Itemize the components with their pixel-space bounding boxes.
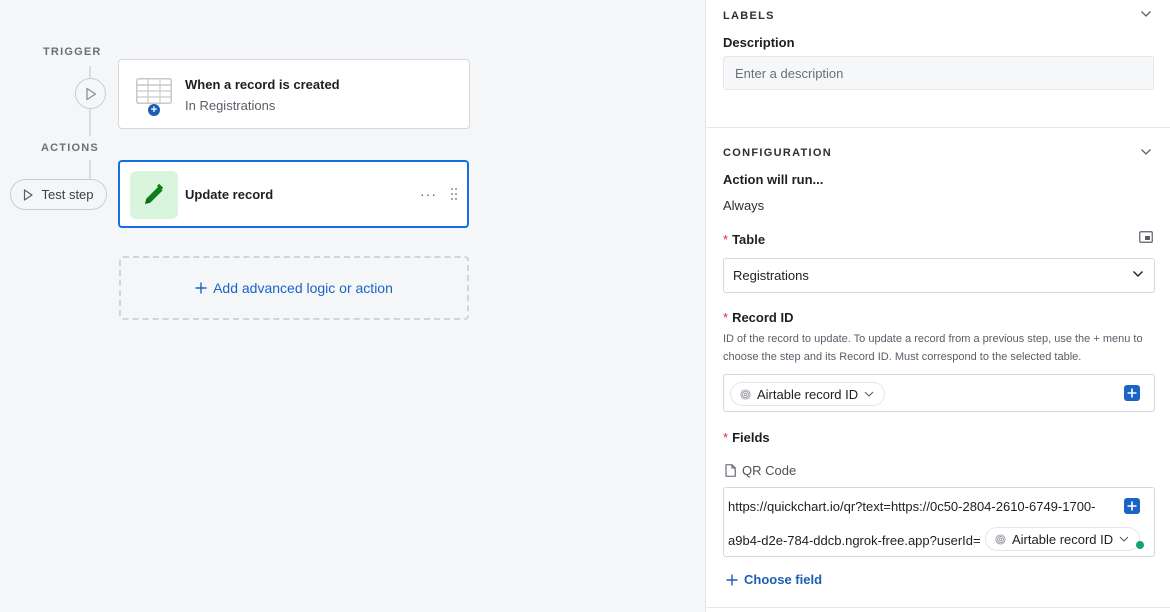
insert-token-button[interactable] bbox=[1124, 498, 1140, 514]
test-step-label: Test step bbox=[41, 187, 94, 202]
insert-token-button[interactable] bbox=[1124, 385, 1140, 401]
open-table-icon[interactable] bbox=[1139, 231, 1153, 243]
rail-middle bbox=[89, 109, 91, 136]
record-id-token[interactable]: Airtable record ID bbox=[985, 527, 1141, 551]
rail-top bbox=[89, 66, 91, 78]
add-step-label: Add advanced logic or action bbox=[213, 280, 393, 296]
table-select[interactable]: Registrations bbox=[723, 258, 1155, 293]
chevron-down-icon bbox=[864, 391, 874, 397]
play-icon bbox=[85, 87, 96, 100]
workflow-canvas: TRIGGER ACTIONS Test step + When a recor… bbox=[0, 0, 706, 612]
plus-icon bbox=[195, 282, 207, 294]
required-marker: * bbox=[723, 310, 729, 325]
chevron-down-icon[interactable] bbox=[1140, 148, 1152, 156]
configuration-section-heading: CONFIGURATION bbox=[723, 147, 832, 159]
rail-bottom bbox=[89, 160, 91, 179]
qr-code-value-line1: https://quickchart.io/qr?text=https://0c… bbox=[728, 499, 1096, 514]
field-qr-code: QR Code bbox=[725, 463, 796, 478]
fields-label-text: Fields bbox=[732, 430, 770, 445]
record-id-token-label: Airtable record ID bbox=[757, 386, 859, 402]
trigger-card-title: When a record is created bbox=[185, 77, 340, 92]
record-id-input[interactable]: Airtable record ID bbox=[723, 374, 1155, 412]
table-icon bbox=[136, 78, 172, 104]
labels-section-heading: LABELS bbox=[723, 10, 775, 22]
play-icon bbox=[24, 188, 34, 201]
trigger-card[interactable]: + When a record is created In Registrati… bbox=[118, 59, 470, 129]
pencil-icon-box bbox=[130, 171, 178, 219]
config-panel: LABELS Description CONFIGURATION Action … bbox=[707, 0, 1170, 612]
description-label: Description bbox=[723, 35, 795, 50]
fields-label: * Fields bbox=[723, 430, 770, 445]
action-runs-value: Always bbox=[723, 198, 765, 213]
section-divider bbox=[707, 607, 1170, 608]
qr-code-value-input[interactable]: https://quickchart.io/qr?text=https://0c… bbox=[723, 487, 1155, 557]
required-marker: * bbox=[723, 430, 729, 445]
record-id-token[interactable]: Airtable record ID bbox=[730, 382, 886, 406]
pencil-icon bbox=[145, 183, 164, 204]
trigger-node[interactable] bbox=[75, 78, 106, 109]
plus-icon bbox=[726, 574, 738, 585]
record-id-label: * Record ID bbox=[723, 310, 793, 325]
record-id-token-label: Airtable record ID bbox=[1012, 531, 1114, 547]
table-select-value: Registrations bbox=[733, 268, 809, 283]
chevron-down-icon bbox=[1119, 536, 1129, 542]
table-label: * Table bbox=[723, 232, 765, 247]
trigger-section-label: TRIGGER bbox=[43, 46, 102, 58]
drag-handle-icon[interactable] bbox=[450, 187, 458, 201]
qr-code-value-line2: a9b4-d2e-784-ddcb.ngrok-free.app?userId= bbox=[728, 533, 981, 548]
chevron-down-icon bbox=[1133, 271, 1143, 277]
fingerprint-icon bbox=[995, 533, 1006, 545]
plus-icon bbox=[1127, 388, 1137, 398]
action-runs-label: Action will run... bbox=[723, 172, 824, 187]
action-card-title: Update record bbox=[185, 187, 274, 202]
add-record-badge-icon: + bbox=[148, 104, 160, 116]
document-icon bbox=[725, 464, 736, 477]
choose-field-button[interactable]: Choose field bbox=[726, 572, 822, 587]
status-dot bbox=[1136, 541, 1144, 549]
more-options-icon[interactable]: ··· bbox=[420, 186, 437, 202]
table-label-text: Table bbox=[732, 232, 766, 247]
action-card[interactable]: Update record ··· bbox=[118, 160, 469, 228]
plus-icon bbox=[1127, 501, 1137, 511]
required-marker: * bbox=[723, 232, 729, 247]
fingerprint-icon bbox=[740, 388, 751, 400]
chevron-down-icon[interactable] bbox=[1140, 10, 1152, 18]
add-step-button[interactable]: Add advanced logic or action bbox=[119, 256, 469, 320]
actions-section-label: ACTIONS bbox=[41, 142, 99, 154]
record-id-help-text: ID of the record to update. To update a … bbox=[723, 333, 1143, 363]
choose-field-label: Choose field bbox=[744, 572, 823, 587]
trigger-card-subtitle: In Registrations bbox=[185, 98, 276, 113]
test-step-button[interactable]: Test step bbox=[10, 179, 107, 210]
record-id-label-text: Record ID bbox=[732, 310, 794, 325]
field-qr-code-label: QR Code bbox=[742, 463, 797, 478]
section-divider bbox=[707, 127, 1170, 128]
description-input[interactable] bbox=[723, 56, 1154, 90]
